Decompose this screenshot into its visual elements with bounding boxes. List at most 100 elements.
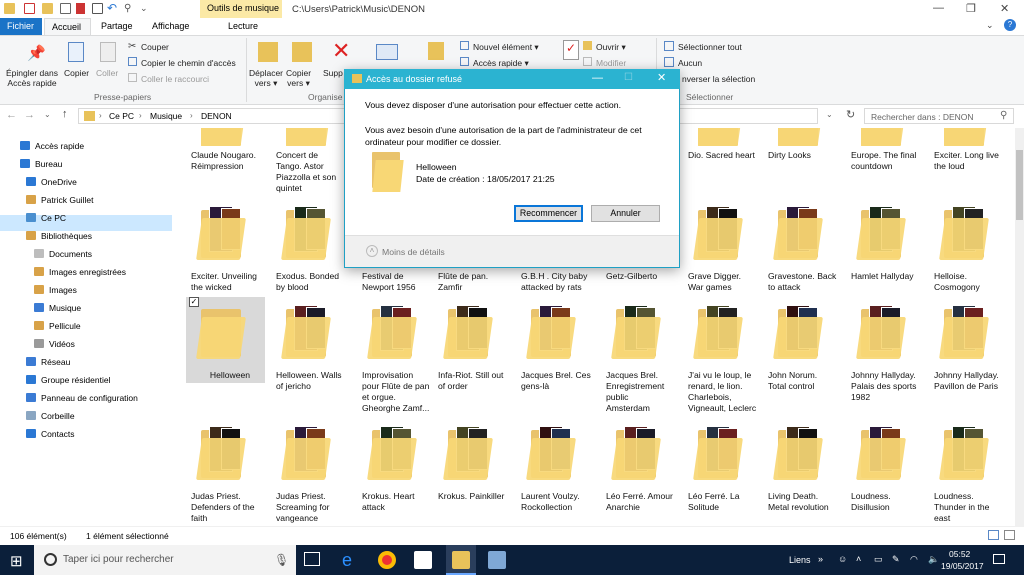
properties-icon[interactable] (24, 3, 35, 14)
folder-label[interactable]: Getz-Gilberto (606, 271, 686, 282)
action-center-icon[interactable] (993, 554, 1005, 564)
nav-item-14[interactable]: Panneau de configuration (26, 391, 138, 406)
nav-item-0[interactable]: Accès rapide (20, 139, 84, 154)
nav-item-15[interactable]: Corbeille (26, 409, 75, 424)
edit-button[interactable]: Modifier (596, 58, 626, 68)
breadcrumb-denon[interactable]: DENON (201, 111, 232, 121)
recent-locations-icon[interactable]: ⌄ (44, 110, 51, 119)
folder-icon[interactable] (856, 305, 906, 359)
folder-icon[interactable] (856, 206, 906, 260)
folder-icon[interactable] (773, 206, 823, 260)
folder-icon[interactable] (856, 426, 906, 480)
folder-icon[interactable] (196, 426, 246, 480)
folder-label[interactable]: Léo Ferré. Amour Anarchie (606, 491, 686, 513)
folder-icon[interactable] (693, 206, 743, 260)
search-input[interactable]: Rechercher dans : DENON (864, 108, 1014, 124)
folder-label[interactable]: Judas Priest. Defenders of the faith (191, 491, 271, 524)
nav-item-4[interactable]: Ce PC (26, 211, 66, 226)
folder-icon[interactable] (526, 426, 576, 480)
folder-icon[interactable] (861, 128, 905, 146)
new-folder-icon[interactable] (42, 3, 53, 14)
paste-shortcut-button[interactable]: Coller le raccourci (141, 74, 209, 84)
task-view-icon[interactable] (304, 552, 320, 566)
nav-item-1[interactable]: Bureau (20, 157, 62, 172)
folder-label[interactable]: Loudness. Thunder in the east (934, 491, 1014, 524)
delete-button[interactable]: Supp (323, 68, 343, 78)
folder-icon[interactable] (939, 305, 989, 359)
pin-icon[interactable]: ⚲ (124, 3, 131, 14)
volume-icon[interactable]: 🔈 (928, 554, 939, 565)
details-view-icon[interactable] (988, 530, 999, 540)
nav-item-16[interactable]: Contacts (26, 427, 75, 442)
tab-accueil[interactable]: Accueil (44, 18, 91, 36)
cut-button[interactable]: Couper (141, 42, 169, 52)
move-to-button[interactable]: Déplacer vers ▾ (249, 68, 283, 88)
folder-label[interactable]: Helloween. Walls of jericho (276, 370, 356, 392)
folder-label[interactable]: Krokus. Heart attack (362, 491, 442, 513)
folder-label[interactable]: Helloise. Cosmogony (934, 271, 1014, 293)
folder-label[interactable]: Improvisation pour Flûte de pan et orgue… (362, 370, 442, 414)
folder-icon[interactable] (693, 305, 743, 359)
folder-label[interactable]: Judas Priest. Screaming for vangeance (276, 491, 356, 524)
nav-item-12[interactable]: Réseau (26, 355, 70, 370)
collapse-ribbon-icon[interactable]: ⌄ (986, 20, 994, 31)
taskbar-search-input[interactable]: Taper ici pour rechercher (34, 545, 296, 575)
easy-access-button[interactable]: Accès rapide ▾ (473, 58, 529, 68)
folder-icon[interactable] (939, 426, 989, 480)
rename-icon[interactable] (92, 3, 103, 14)
less-details-link[interactable]: Moins de détails (382, 247, 445, 257)
folder-label[interactable]: John Norum. Total control (768, 370, 848, 392)
folder-icon[interactable] (944, 128, 988, 146)
battery-icon[interactable]: ▭ (874, 554, 883, 565)
select-none-button[interactable]: Aucun (678, 58, 702, 68)
folder-label[interactable]: Exciter. Long live the loud (934, 150, 1014, 172)
pin-quick-access-button[interactable]: Épingler dans Accès rapide (6, 68, 58, 88)
nav-item-13[interactable]: Groupe résidentiel (26, 373, 110, 388)
select-all-button[interactable]: Sélectionner tout (678, 42, 742, 52)
selection-checkbox[interactable]: ✓ (189, 297, 199, 307)
windows-start-icon[interactable]: ⊞ (10, 552, 23, 570)
folder-label[interactable]: Hamlet Hallyday (851, 271, 931, 282)
checklist-icon[interactable] (60, 3, 71, 14)
links-toolbar[interactable]: Liens (789, 555, 811, 565)
tab-lecture[interactable]: Lecture (228, 21, 258, 31)
people-icon[interactable]: ☺ (838, 554, 847, 564)
clock-time[interactable]: 05:52 (949, 549, 970, 559)
show-hidden-icons-icon[interactable]: ˄ (856, 554, 861, 564)
folder-label[interactable]: Helloween (200, 370, 260, 381)
folder-label[interactable]: Festival de Newport 1956 (362, 271, 442, 293)
clock-date[interactable]: 19/05/2017 (941, 561, 984, 571)
folder-label[interactable]: Laurent Voulzy. Rockollection (521, 491, 601, 513)
nav-item-5[interactable]: Bibliothèques (26, 229, 92, 244)
file-explorer-icon[interactable] (452, 551, 470, 569)
nav-item-7[interactable]: Images enregistrées (34, 265, 126, 280)
folder-icon[interactable] (693, 426, 743, 480)
up-arrow-icon[interactable]: ↑ (62, 108, 68, 120)
folder-label[interactable]: Exciter. Unveiling the wicked (191, 271, 271, 293)
folder-icon[interactable] (201, 128, 245, 146)
delete-icon[interactable] (76, 3, 85, 14)
open-button[interactable]: Ouvrir ▾ (596, 42, 626, 52)
folder-label[interactable]: Infa-Riot. Still out of order (438, 370, 518, 392)
close-icon[interactable]: ✕ (1000, 2, 1009, 15)
folder-label[interactable]: J'ai vu le loup, le renard, le lion. Cha… (688, 370, 768, 414)
folder-label[interactable]: Claude Nougaro. Réimpression (191, 150, 271, 172)
folder-icon[interactable] (773, 305, 823, 359)
tab-fichier[interactable]: Fichier (0, 18, 42, 35)
folder-label[interactable]: Europe. The final countdown (851, 150, 931, 172)
folder-label[interactable]: Dio. Sacred heart (688, 150, 768, 161)
invert-selection-button[interactable]: nverser la sélection (682, 74, 755, 84)
folder-icon[interactable] (367, 426, 417, 480)
folder-icon[interactable] (698, 128, 742, 146)
folder-icon[interactable] (367, 305, 417, 359)
folder-label[interactable]: Loudness. Disillusion (851, 491, 931, 513)
network-app-icon[interactable] (488, 551, 506, 569)
folder-icon[interactable] (196, 305, 246, 359)
nav-item-10[interactable]: Pellicule (34, 319, 81, 334)
folder-label[interactable]: Johnny Hallyday. Pavillon de Paris (934, 370, 1014, 392)
cancel-button[interactable]: Annuler (591, 205, 660, 222)
folder-icon[interactable] (281, 305, 331, 359)
nav-item-8[interactable]: Images (34, 283, 77, 298)
folder-label[interactable]: Johnny Hallyday. Palais des sports 1982 (851, 370, 931, 403)
minimize-icon[interactable]: — (933, 2, 944, 14)
